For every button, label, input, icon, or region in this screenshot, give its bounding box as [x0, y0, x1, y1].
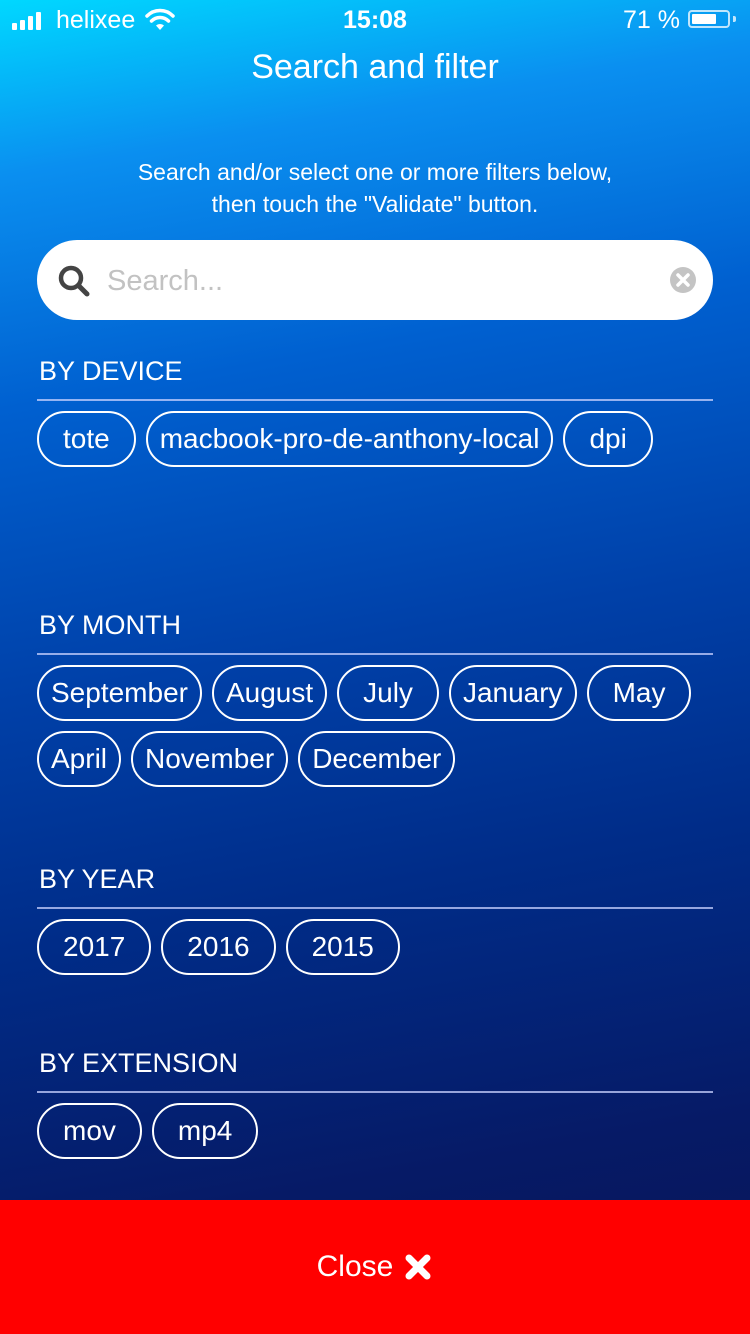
close-label: Close: [316, 1250, 394, 1283]
battery-percentage: 71 %: [623, 6, 680, 34]
instructions-line-1: Search and/or select one or more filters…: [137, 159, 613, 185]
divider: [37, 907, 713, 909]
status-bar: helixee 15:08 71 %: [0, 0, 750, 40]
search-bar[interactable]: [37, 240, 713, 320]
filter-chip-year[interactable]: 2016: [161, 919, 276, 975]
divider: [37, 653, 713, 655]
instructions-text: Search and/or select one or more filters…: [0, 156, 750, 220]
filter-chip-month[interactable]: November: [131, 731, 289, 787]
search-icon: [58, 265, 90, 297]
filter-chip-month[interactable]: July: [337, 665, 439, 721]
battery-level-fill: [692, 14, 717, 24]
filter-chip-month[interactable]: April: [37, 731, 122, 787]
filter-chip-month[interactable]: December: [298, 731, 456, 787]
page-title: Search and filter: [251, 48, 499, 86]
section-by-extension: BY EXTENSION mov mp4: [37, 1043, 713, 1159]
battery-icon: [688, 10, 730, 28]
section-by-year: BY YEAR 2017 2016 2015: [37, 859, 713, 975]
filter-chip-year[interactable]: 2017: [37, 919, 152, 975]
filter-chip-extension[interactable]: mov: [37, 1103, 142, 1159]
extension-chips: mov mp4: [37, 1103, 713, 1159]
section-title-extension: BY EXTENSION: [39, 1048, 239, 1078]
divider: [37, 399, 713, 401]
section-title-year: BY YEAR: [39, 864, 156, 894]
section-title-device: BY DEVICE: [39, 356, 183, 386]
section-by-month: BY MONTH September August July January M…: [37, 605, 713, 787]
battery-tip: [733, 16, 736, 22]
filter-chip-device[interactable]: dpi: [563, 411, 653, 467]
filter-chip-month[interactable]: January: [448, 665, 577, 721]
clear-search-icon[interactable]: [669, 266, 697, 294]
filter-chip-month[interactable]: September: [37, 665, 202, 721]
filter-chip-month[interactable]: May: [586, 665, 692, 721]
divider: [37, 1091, 713, 1093]
filter-chip-device[interactable]: tote: [37, 411, 136, 467]
search-input[interactable]: [105, 258, 649, 304]
section-by-device: BY DEVICE tote macbook-pro-de-anthony-lo…: [37, 351, 713, 467]
instructions-line-2: then touch the "Validate" button.: [211, 191, 539, 217]
device-chips: tote macbook-pro-de-anthony-local dpi: [37, 411, 713, 467]
filter-chip-month[interactable]: August: [211, 665, 328, 721]
filter-chip-extension[interactable]: mp4: [151, 1103, 259, 1159]
month-chips: September August July January May April …: [37, 665, 713, 787]
filter-chip-year[interactable]: 2015: [285, 919, 400, 975]
filter-chip-device[interactable]: macbook-pro-de-anthony-local: [145, 411, 554, 467]
section-title-month: BY MONTH: [39, 610, 182, 640]
year-chips: 2017 2016 2015: [37, 919, 713, 975]
close-icon: [405, 1254, 431, 1280]
close-button[interactable]: Close: [0, 1200, 750, 1334]
